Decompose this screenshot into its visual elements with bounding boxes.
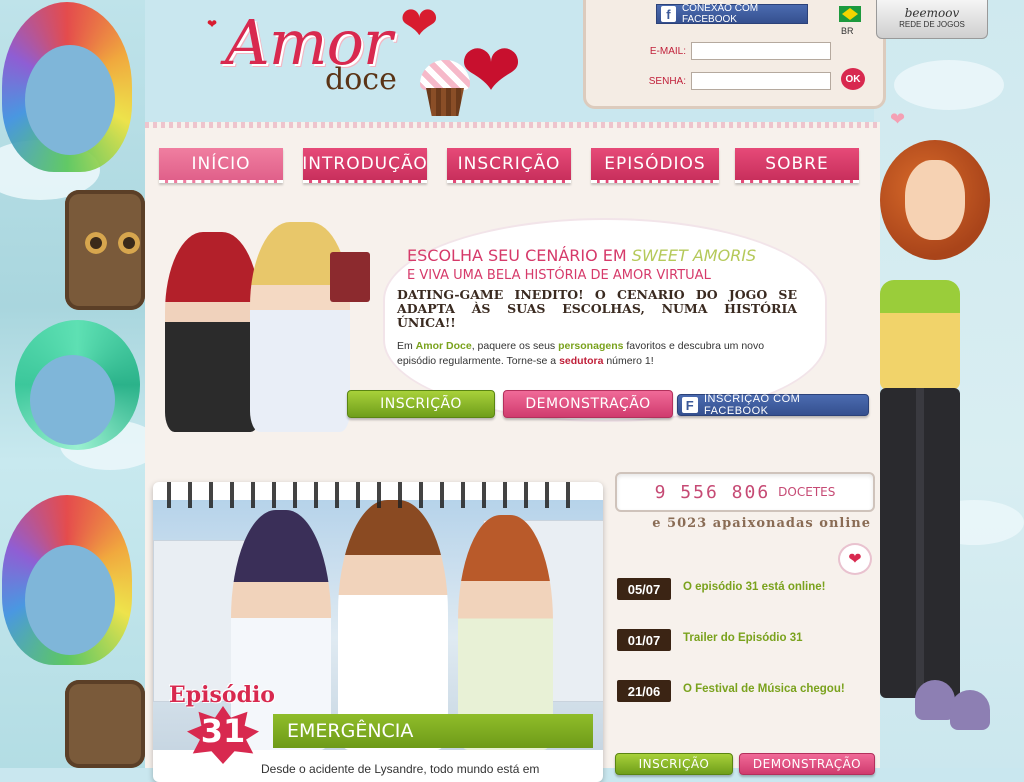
heart-icon: ❤ [838, 543, 872, 575]
nav-item-inicio[interactable]: Início [159, 148, 283, 183]
news-date: 05/07 [617, 578, 671, 600]
logo[interactable]: ❤ Amor doce ❤ ❤ [205, 0, 535, 120]
heart-icon: ❤ [890, 109, 906, 129]
news-item[interactable]: 21/06 O Festival de Música chegou! [615, 680, 875, 704]
blue-face-character [25, 45, 115, 155]
brazil-flag-icon[interactable] [839, 6, 861, 22]
hero-title: ESCOLHA SEU CENÁRIO EM SWEET AMORIS [407, 246, 757, 265]
episode-number: 31 [200, 712, 246, 750]
email-label: E-MAIL: [649, 46, 686, 57]
bottom-demo-button[interactable]: Demonstração [739, 753, 875, 775]
facebook-connect-button[interactable]: f CONEXÃO COM FACEBOOK [656, 3, 808, 25]
facebook-icon: f [661, 6, 676, 22]
language-label: BR [841, 26, 854, 36]
background-left [0, 0, 145, 768]
girl-character-top [880, 280, 960, 390]
facebook-signup-button[interactable]: f INSCRIÇÃO COM FACEBOOK [677, 393, 869, 417]
nav-item-episodios[interactable]: Episódios [591, 148, 719, 183]
news-title[interactable]: O episódio 31 está online! [683, 581, 826, 593]
email-field[interactable] [691, 42, 831, 60]
news-item[interactable]: 05/07 O episódio 31 está online! [615, 578, 875, 602]
hero-tagline: DATING-GAME INEDITO! O CENARIO DO JOGO S… [397, 287, 797, 330]
logo-subtitle: doce [325, 62, 397, 97]
player-count: 9 556 806 [654, 481, 771, 503]
heart-icon: ❤ [207, 17, 218, 31]
nav-item-sobre[interactable]: Sobre [735, 148, 859, 183]
episode-title: Emergência [273, 714, 593, 748]
login-ok-button[interactable]: OK [841, 68, 865, 90]
player-counter: 9 556 806 DOCETES [615, 472, 875, 512]
facebook-icon: f [682, 397, 698, 413]
news-item[interactable]: 01/07 Trailer do Episódio 31 [615, 629, 875, 653]
demo-button[interactable]: Demonstração [503, 390, 673, 418]
episode-badge: Episódio 31 [165, 682, 275, 772]
player-count-unit: DOCETES [778, 485, 836, 499]
network-subtitle: REDE DE JOGOS [899, 20, 965, 29]
nav-item-inscricao[interactable]: Inscrição [447, 148, 571, 183]
girl-character-shoe [950, 690, 990, 730]
online-count: e 5023 apaixonadas online [652, 516, 871, 531]
hero-subtitle: E VIVA UMA BELA HISTÓRIA DE AMOR VIRTUAL [407, 268, 711, 283]
doctor-character [338, 500, 448, 750]
bottom-signup-button[interactable]: Inscrição [615, 753, 733, 775]
girl-character-legs [880, 388, 960, 698]
facebook-connect-label: CONEXÃO COM FACEBOOK [681, 3, 759, 25]
news-date: 21/06 [617, 680, 671, 702]
episode-snippet: Desde o acidente de Lysandre, todo mundo… [261, 762, 540, 776]
network-brand: beemoov [904, 6, 960, 20]
network-link[interactable]: beemoov REDE DE JOGOS [876, 0, 988, 39]
cupcake-icon [420, 60, 470, 116]
password-label: SENHA: [648, 76, 686, 87]
login-panel: f CONEXÃO COM FACEBOOK BR E-MAIL: SENHA:… [583, 0, 886, 109]
news-date: 01/07 [617, 629, 671, 651]
hero-banner: ESCOLHA SEU CENÁRIO EM SWEET AMORIS E VI… [145, 212, 880, 437]
red-hair-character [165, 232, 260, 432]
news-title[interactable]: Trailer do Episódio 31 [683, 632, 803, 644]
password-field[interactable] [691, 72, 831, 90]
main-nav: Início Introdução Inscrição Episódios So… [145, 148, 880, 188]
blue-face-character-2 [30, 355, 115, 445]
news-title[interactable]: O Festival de Música chegou! [683, 683, 845, 695]
girl-character-face [905, 160, 965, 240]
hero-description: Em Amor Doce, paquere os seus personagen… [397, 340, 765, 368]
notebook-spiral [167, 482, 587, 508]
book-icon [330, 252, 370, 302]
episode-label: Episódio [169, 682, 275, 708]
main-panel: ❤ Início Introdução Inscrição Episódios … [145, 110, 905, 782]
blue-face-character-3 [25, 545, 115, 655]
heart-icon: ❤ [400, 0, 439, 49]
nav-item-introducao[interactable]: Introdução [302, 148, 427, 183]
chocolate-character-2 [65, 680, 145, 768]
girl-character-shoe [915, 680, 955, 720]
episode-card[interactable]: Episódio 31 Emergência Desde o acidente … [153, 482, 603, 782]
facebook-signup-label: INSCRIÇÃO COM FACEBOOK [703, 393, 801, 417]
signup-button[interactable]: Inscrição [347, 390, 495, 418]
